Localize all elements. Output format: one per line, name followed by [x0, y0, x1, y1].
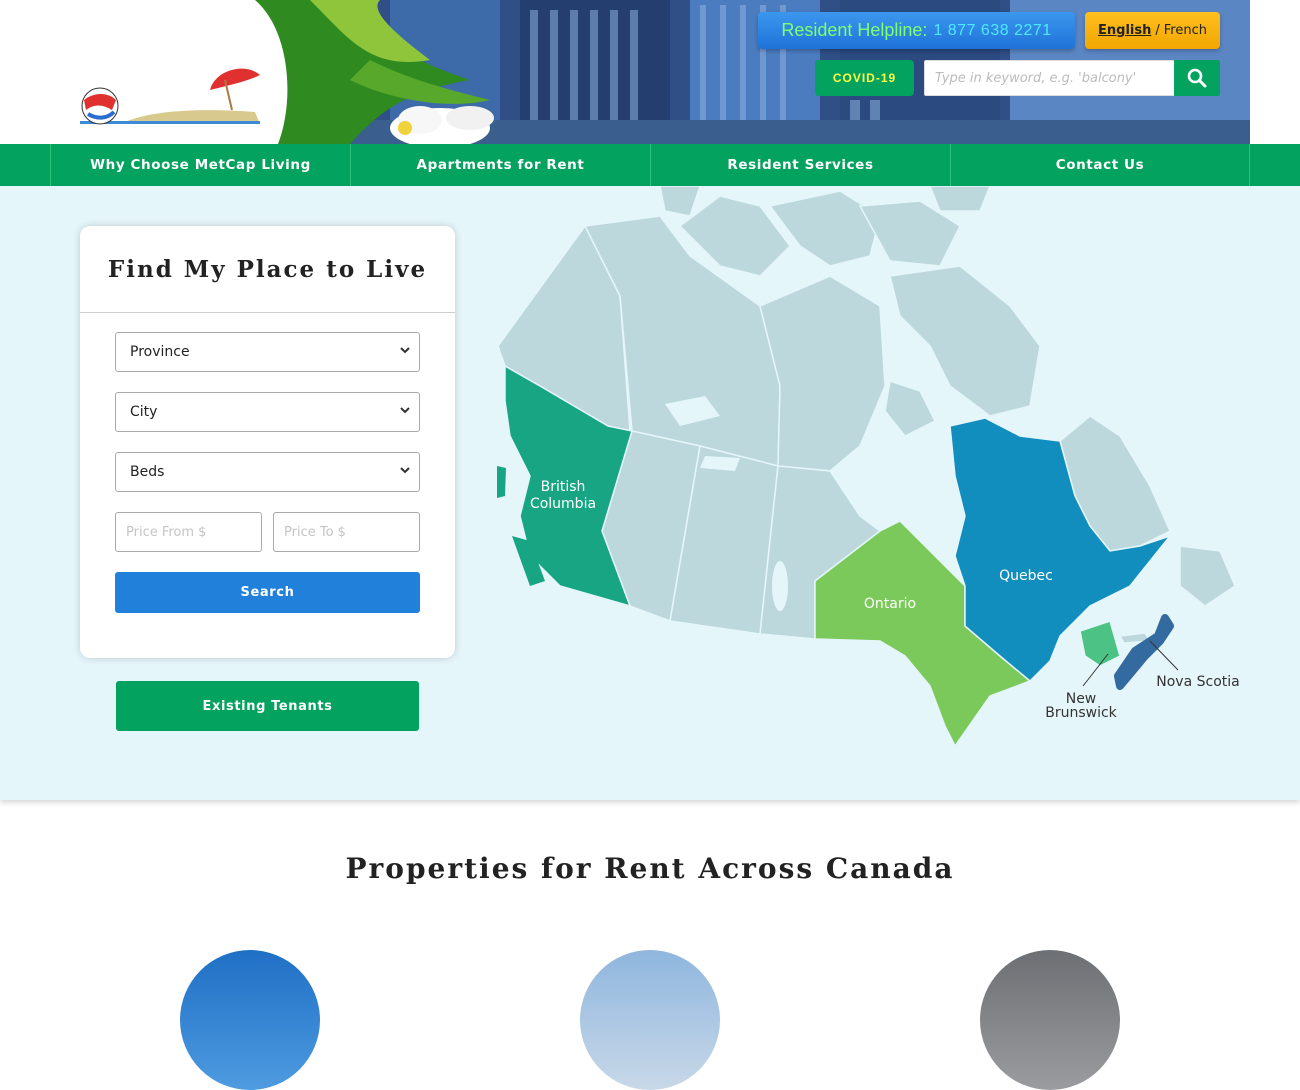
city-select[interactable]: City [115, 392, 420, 432]
language-switcher: English / French [1085, 12, 1220, 49]
beds-select-value: Beds [130, 464, 165, 480]
nav-contact-us[interactable]: Contact Us [950, 144, 1250, 186]
keyword-search-button[interactable] [1174, 60, 1220, 96]
existing-tenants-button[interactable]: Existing Tenants [116, 681, 419, 731]
price-from-input[interactable] [115, 512, 262, 552]
helpline-label: Resident Helpline: [781, 20, 928, 40]
beds-select[interactable]: Beds [115, 452, 420, 492]
chevron-down-icon [400, 467, 410, 474]
find-place-title: Find My Place to Live [80, 226, 455, 313]
property-thumbnail[interactable] [580, 950, 720, 1090]
map-nunavut[interactable] [759, 275, 886, 472]
covid-19-button[interactable]: COVID-19 [815, 60, 914, 96]
site-header: Resident Helpline: 1 877 638 2271 Englis… [0, 0, 1300, 144]
nav-resident-services[interactable]: Resident Services [650, 144, 950, 186]
keyword-search-input[interactable] [924, 60, 1175, 96]
language-french[interactable]: French [1164, 23, 1207, 38]
property-thumbnail[interactable] [980, 950, 1120, 1090]
language-separator: / [1155, 23, 1160, 38]
properties-section-title: Properties for Rent Across Canada [345, 852, 955, 885]
label-british-columbia-2: Columbia [530, 496, 596, 512]
label-quebec: Quebec [999, 568, 1053, 584]
find-place-card: Find My Place to Live Province City Beds… [80, 226, 455, 658]
property-thumbnail[interactable] [180, 950, 320, 1090]
helpline-number[interactable]: 1 877 638 2271 [933, 22, 1051, 40]
label-nova-scotia: Nova Scotia [1156, 674, 1239, 690]
chevron-down-icon [400, 407, 410, 414]
label-british-columbia: British [541, 479, 586, 495]
province-select[interactable]: Province [115, 332, 420, 372]
city-select-value: City [130, 404, 158, 420]
language-english[interactable]: English [1098, 23, 1151, 38]
map-newfoundland[interactable] [1179, 545, 1236, 607]
province-select-value: Province [130, 344, 190, 360]
chevron-down-icon [400, 347, 410, 354]
search-icon [1187, 68, 1207, 88]
map-new-brunswick[interactable] [1079, 620, 1121, 667]
label-new-brunswick-2: Brunswick [1045, 705, 1117, 721]
nav-why-choose-metcap[interactable]: Why Choose MetCap Living [50, 144, 350, 186]
search-button[interactable]: Search [115, 572, 420, 613]
label-ontario: Ontario [864, 596, 916, 612]
main-navigation: Why Choose MetCap Living Apartments for … [0, 144, 1300, 186]
resident-helpline[interactable]: Resident Helpline: 1 877 638 2271 [758, 12, 1075, 49]
price-to-input[interactable] [273, 512, 420, 552]
map-haida-gwaii [497, 466, 506, 498]
finder-section: British Columbia Ontario Quebec New Brun… [0, 186, 1300, 800]
nav-apartments-for-rent[interactable]: Apartments for Rent [350, 144, 650, 186]
